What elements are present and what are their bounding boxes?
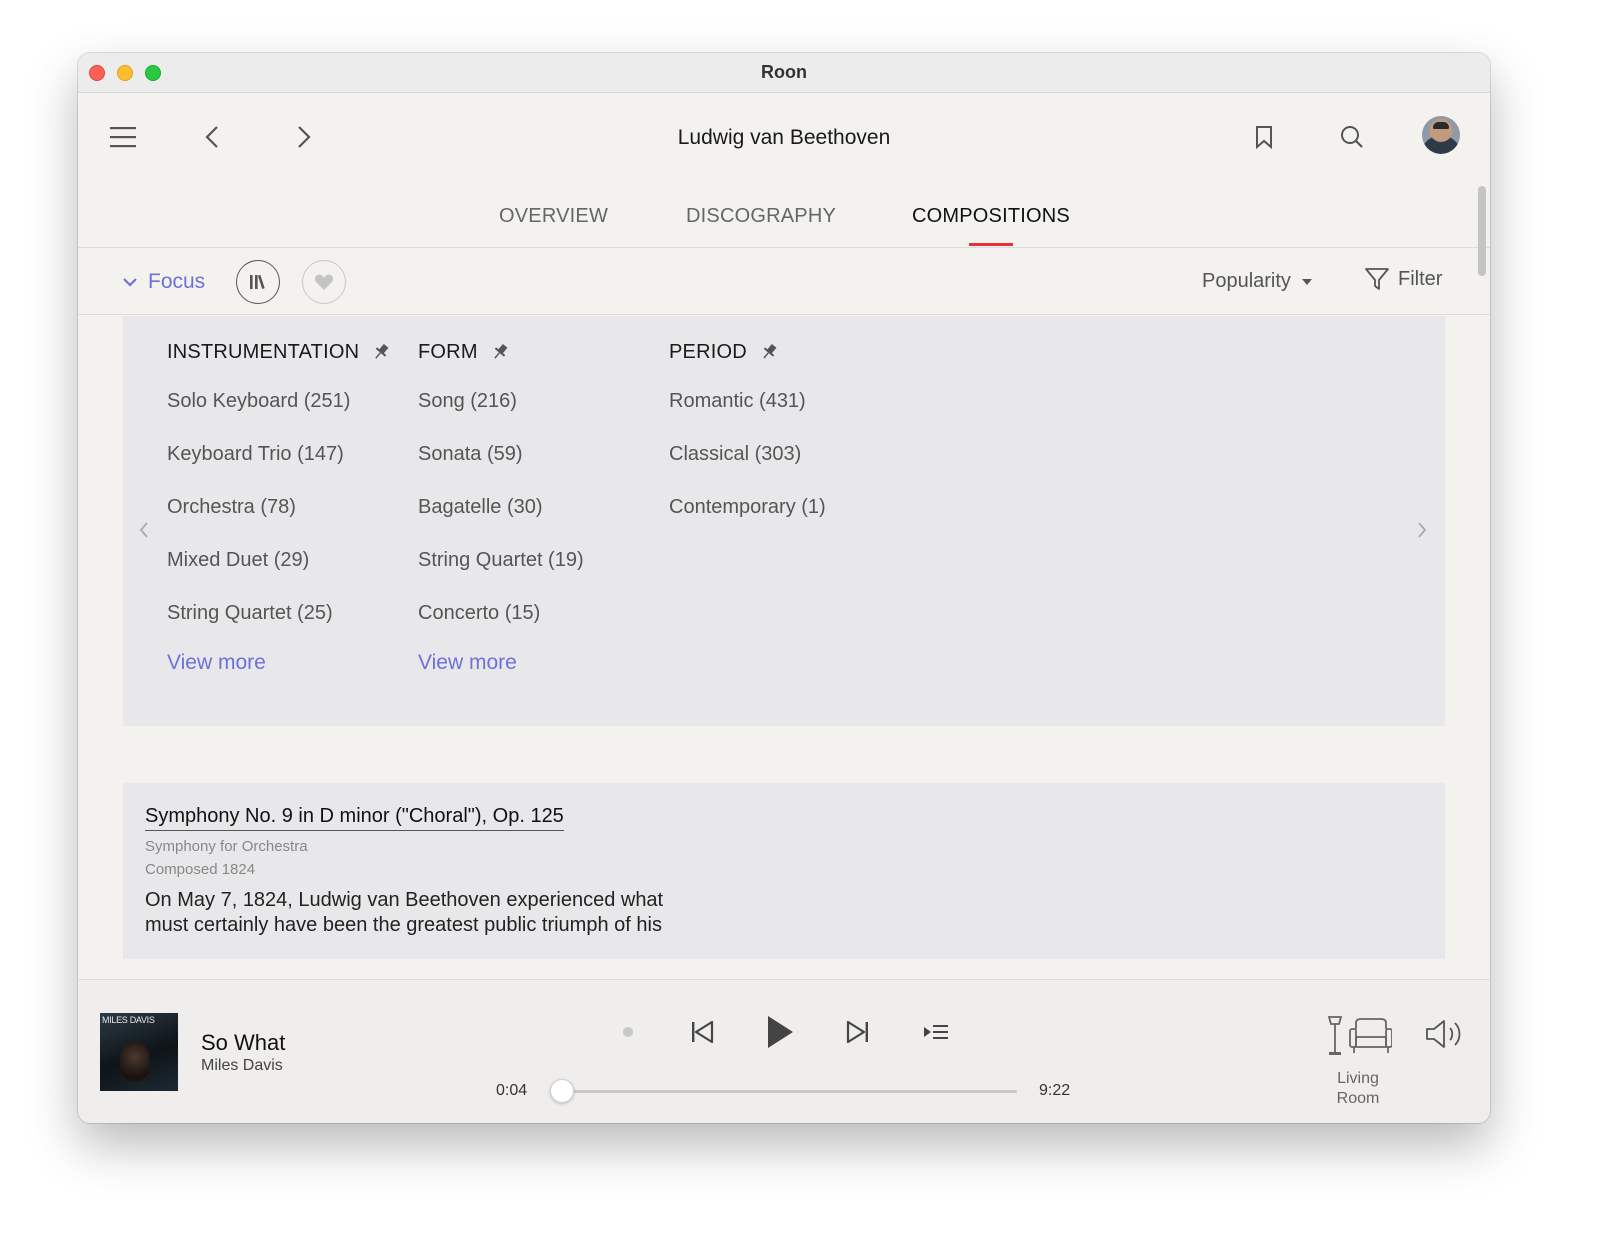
caret-down-icon xyxy=(1301,278,1312,285)
elapsed-time: 0:04 xyxy=(496,1082,528,1099)
track-title[interactable]: So What xyxy=(201,1030,285,1056)
facet-item[interactable]: Contemporary (1) xyxy=(669,490,826,543)
app-window: Roon Ludwig van Beethoven OVERVIEW DISCO… xyxy=(78,53,1490,1123)
pin-icon[interactable] xyxy=(759,342,779,362)
focus-toolbar: Focus Popularity Filter xyxy=(78,248,1490,314)
radio-toggle-button[interactable] xyxy=(618,1022,638,1042)
library-filter-button[interactable] xyxy=(236,260,280,304)
favorites-filter-button[interactable] xyxy=(302,260,346,304)
play-icon xyxy=(768,1016,793,1048)
skip-next-icon xyxy=(846,1020,868,1044)
now-playing-bar: MILES DAVIS So What Miles Davis 0:04 9:2… xyxy=(78,979,1490,1123)
user-avatar[interactable] xyxy=(1422,116,1460,154)
scrollbar-thumb[interactable] xyxy=(1478,186,1486,276)
tab-discography[interactable]: DISCOGRAPHY xyxy=(686,205,836,228)
composition-card: Symphony No. 9 in D minor ("Choral"), Op… xyxy=(123,783,1445,959)
chevron-left-icon xyxy=(139,522,148,538)
facet-item[interactable]: Sonata (59) xyxy=(418,437,584,490)
chevron-down-icon xyxy=(123,278,137,287)
page-title: Ludwig van Beethoven xyxy=(677,126,891,149)
filter-button[interactable]: Filter xyxy=(1364,267,1442,291)
chevron-right-icon xyxy=(1418,522,1427,538)
skip-previous-icon xyxy=(692,1020,714,1044)
pin-icon[interactable] xyxy=(371,342,391,362)
facet-item[interactable]: Classical (303) xyxy=(669,437,826,490)
facet-column-instrumentation: INSTRUMENTATION Solo Keyboard (251) Keyb… xyxy=(167,338,391,677)
sort-label: Popularity xyxy=(1202,270,1291,292)
composition-form: Symphony for Orchestra xyxy=(145,838,308,855)
facet-item[interactable]: Romantic (431) xyxy=(669,384,826,437)
seek-bar[interactable] xyxy=(559,1090,1017,1093)
filter-label: Filter xyxy=(1398,267,1443,290)
facet-item[interactable]: Bagatelle (30) xyxy=(418,490,584,543)
composition-description: On May 7, 1824, Ludwig van Beethoven exp… xyxy=(145,889,664,936)
heart-icon xyxy=(314,274,334,290)
queue-icon xyxy=(924,1025,948,1039)
view-more-link[interactable]: View more xyxy=(418,649,584,677)
facet-column-period: PERIOD Romantic (431) Classical (303) Co… xyxy=(669,338,826,543)
facet-item[interactable]: Solo Keyboard (251) xyxy=(167,384,391,437)
pin-icon[interactable] xyxy=(490,342,510,362)
active-tab-indicator xyxy=(969,243,1013,246)
title-bar: Roon xyxy=(78,53,1490,93)
tab-compositions[interactable]: COMPOSITIONS xyxy=(912,205,1070,228)
composition-date: Composed 1824 xyxy=(145,861,256,878)
facet-header: INSTRUMENTATION xyxy=(167,340,360,363)
album-art-figure xyxy=(120,1041,150,1081)
bookmark-icon xyxy=(1256,126,1272,149)
album-art[interactable]: MILES DAVIS xyxy=(100,1013,178,1091)
play-button[interactable] xyxy=(762,1010,798,1054)
search-button[interactable] xyxy=(1338,123,1366,151)
speaker-volume-icon xyxy=(1426,1020,1461,1048)
bookmark-button[interactable] xyxy=(1250,123,1278,151)
facet-item[interactable]: String Quartet (19) xyxy=(418,543,584,596)
view-more-link[interactable]: View more xyxy=(167,649,391,677)
living-room-zone-icon xyxy=(1327,1016,1392,1055)
seek-bar-knob[interactable] xyxy=(550,1079,575,1103)
focus-panel: INSTRUMENTATION Solo Keyboard (251) Keyb… xyxy=(123,316,1445,726)
focus-next-button[interactable] xyxy=(1417,521,1427,544)
facet-item[interactable]: Mixed Duet (29) xyxy=(167,543,391,596)
focus-toggle[interactable]: Focus xyxy=(122,270,205,294)
zone-name[interactable]: Living Room xyxy=(1322,1069,1394,1109)
facet-item[interactable]: Concerto (15) xyxy=(418,596,584,649)
previous-track-button[interactable] xyxy=(688,1018,716,1046)
dot-icon xyxy=(623,1027,633,1037)
facet-header: FORM xyxy=(418,340,478,363)
facet-item[interactable]: Song (216) xyxy=(418,384,584,437)
filter-icon xyxy=(1365,268,1389,290)
composition-title-link[interactable]: Symphony No. 9 in D minor ("Choral"), Op… xyxy=(145,805,564,831)
focus-label: Focus xyxy=(148,270,206,293)
focus-divider xyxy=(78,314,1490,315)
window-title: Roon xyxy=(761,62,807,82)
tab-bar: OVERVIEW DISCOGRAPHY COMPOSITIONS xyxy=(78,205,1490,247)
facet-item[interactable]: Orchestra (78) xyxy=(167,490,391,543)
queue-button[interactable] xyxy=(922,1018,950,1046)
volume-button[interactable] xyxy=(1424,1016,1468,1052)
sort-dropdown[interactable]: Popularity xyxy=(1202,270,1313,293)
track-artist[interactable]: Miles Davis xyxy=(201,1057,283,1075)
library-icon xyxy=(250,274,265,289)
search-icon xyxy=(1341,126,1363,148)
album-art-text: MILES DAVIS xyxy=(102,1015,155,1025)
focus-prev-button[interactable] xyxy=(139,521,149,544)
facet-item[interactable]: Keyboard Trio (147) xyxy=(167,437,391,490)
facet-header: PERIOD xyxy=(669,340,747,363)
next-track-button[interactable] xyxy=(844,1018,872,1046)
facet-item[interactable]: String Quartet (25) xyxy=(167,596,391,649)
tab-overview[interactable]: OVERVIEW xyxy=(499,205,608,228)
total-duration: 9:22 xyxy=(1039,1082,1071,1099)
zone-selector-button[interactable] xyxy=(1324,1014,1394,1058)
facet-column-form: FORM Song (216) Sonata (59) Bagatelle (3… xyxy=(418,338,584,677)
